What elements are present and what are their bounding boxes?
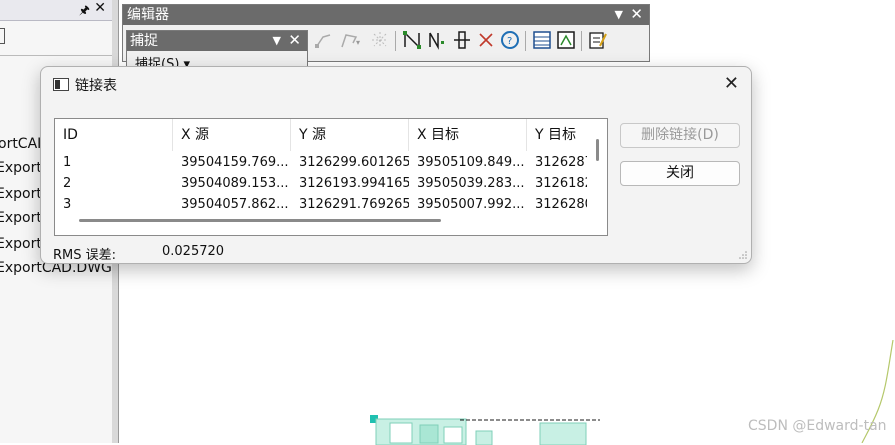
cell-y-target: 3126182 xyxy=(535,176,587,191)
help-icon[interactable]: ? xyxy=(499,29,521,51)
delete-vertex-icon[interactable] xyxy=(475,29,497,51)
column-header-x-target[interactable]: X 目标 xyxy=(409,119,527,151)
rms-error-label: RMS 误差: xyxy=(53,248,117,263)
cell-x-source: 39504057.862... xyxy=(181,197,289,212)
cell-x-source: 39504159.769... xyxy=(181,155,289,170)
horizontal-scrollbar-thumb[interactable] xyxy=(79,219,441,222)
chevron-down-icon[interactable]: ▼ xyxy=(273,31,281,51)
close-icon[interactable]: ✕ xyxy=(724,73,739,94)
list-item[interactable]: Export xyxy=(0,236,42,252)
cell-x-target: 39505039.283... xyxy=(417,176,525,191)
column-header-y-target[interactable]: Y 目标 xyxy=(527,119,607,151)
chevron-down-icon[interactable]: ▼ xyxy=(615,5,623,25)
svg-text:?: ? xyxy=(507,36,512,47)
cell-y-target: 3126280 xyxy=(535,197,587,212)
cell-y-source: 3126291.769265 xyxy=(299,197,409,212)
close-button[interactable]: 关闭 xyxy=(620,161,740,186)
table-header: ID X 源 Y 源 X 目标 Y 目标 xyxy=(55,119,585,151)
link-table-dialog: 链接表 ✕ ID X 源 Y 源 X 目标 Y 目标 1 39504159.76… xyxy=(40,66,752,264)
list-item[interactable]: Export xyxy=(0,160,42,176)
panel-title-bar: 🖈 ✕ xyxy=(0,0,112,21)
close-icon[interactable]: ✕ xyxy=(94,0,106,16)
watermark-text: CSDN @Edward-tan xyxy=(748,418,887,434)
toolbar-separator xyxy=(525,31,526,51)
cell-y-target: 3126287 xyxy=(535,155,587,170)
tree-bracket-icon xyxy=(0,28,5,44)
sketch-properties-icon[interactable] xyxy=(555,29,577,51)
edit-vertices-icon[interactable] xyxy=(313,29,335,51)
editor-toolbar: 编辑器 ▼ ✕ 捕捉 ▼ ✕ 捕捉(S) ▾ ▾ ? xyxy=(122,4,650,72)
list-item[interactable]: Export xyxy=(0,186,42,202)
rms-error-value: 0.025720 xyxy=(162,244,225,259)
resize-grip-icon[interactable] xyxy=(739,251,747,259)
map-features-graphic xyxy=(370,415,600,445)
snapping-toolbar-title-bar[interactable]: 捕捉 ▼ ✕ xyxy=(127,31,307,51)
topology-icon[interactable] xyxy=(425,29,447,51)
cell-y-source: 3126193.994165 xyxy=(299,176,409,191)
table-row[interactable]: 2 39504089.153... 3126193.994165 3950503… xyxy=(55,173,587,194)
cell-y-source: 3126299.601265 xyxy=(299,155,409,170)
close-icon[interactable]: ✕ xyxy=(630,4,643,24)
cell-x-source: 39504089.153... xyxy=(181,176,289,191)
cell-id: 1 xyxy=(63,155,72,170)
close-icon[interactable]: ✕ xyxy=(288,30,301,50)
list-item[interactable]: ortCAI xyxy=(0,136,41,152)
table-row[interactable]: 1 39504159.769... 3126299.601265 3950510… xyxy=(55,152,587,173)
cut-polygons-icon[interactable] xyxy=(369,29,391,51)
create-features-icon[interactable] xyxy=(587,29,609,51)
cell-id: 3 xyxy=(63,197,72,212)
editor-toolbar-title-bar[interactable]: 编辑器 ▼ ✕ xyxy=(123,5,649,25)
link-table-grid[interactable]: ID X 源 Y 源 X 目标 Y 目标 1 39504159.769... 3… xyxy=(54,118,608,236)
pin-icon[interactable]: 🖈 xyxy=(79,1,90,22)
toolbar-separator xyxy=(581,31,582,51)
reshape-icon[interactable]: ▾ xyxy=(339,29,361,51)
delete-link-button[interactable]: 删除链接(D) xyxy=(620,123,740,148)
column-header-y-source[interactable]: Y 源 xyxy=(291,119,409,151)
column-header-x-source[interactable]: X 源 xyxy=(173,119,291,151)
toolbar-separator xyxy=(395,31,396,51)
column-header-id[interactable]: ID xyxy=(55,119,173,151)
cell-x-target: 39505007.992... xyxy=(417,197,525,212)
dialog-title: 链接表 xyxy=(75,78,117,94)
panel-divider xyxy=(0,55,112,56)
snapping-toolbar-title: 捕捉 xyxy=(130,33,158,49)
attributes-table-icon[interactable] xyxy=(531,29,553,51)
svg-text:▾: ▾ xyxy=(356,38,360,47)
list-item[interactable]: Export xyxy=(0,210,42,226)
cell-x-target: 39505109.849... xyxy=(417,155,525,170)
window-icon xyxy=(53,78,69,91)
table-row[interactable]: 3 39504057.862... 3126291.769265 3950500… xyxy=(55,194,587,215)
vertical-scrollbar-thumb[interactable] xyxy=(596,139,599,161)
editor-toolbar-title: 编辑器 xyxy=(127,7,169,23)
rotate-icon[interactable] xyxy=(451,29,473,51)
cell-id: 2 xyxy=(63,176,72,191)
split-line-icon[interactable] xyxy=(401,29,423,51)
